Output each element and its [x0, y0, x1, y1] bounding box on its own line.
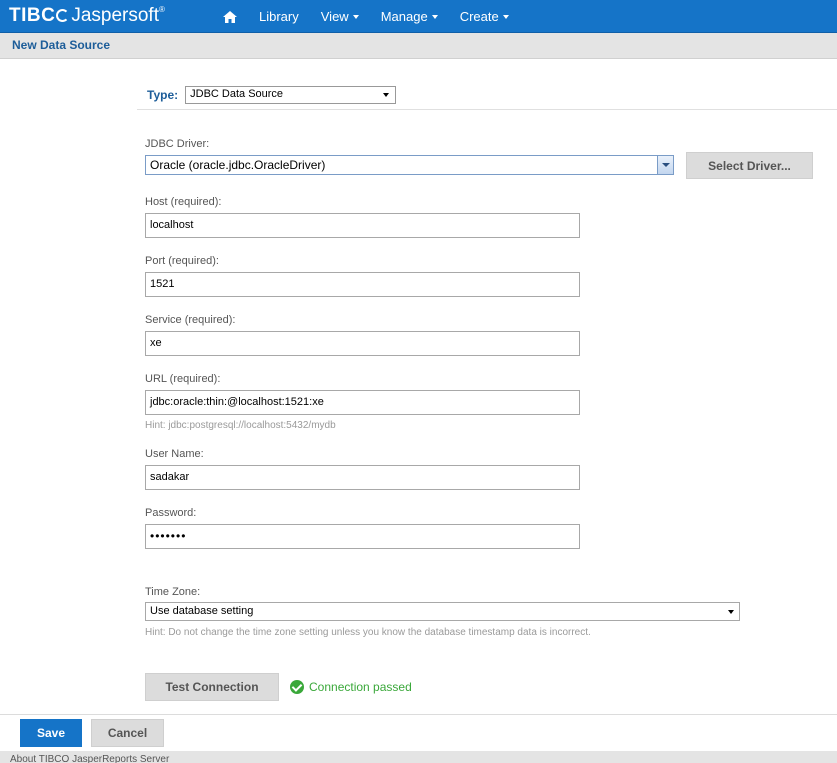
nav-manage-menu[interactable]: Manage	[370, 0, 449, 33]
trademark-symbol: ®	[158, 5, 165, 14]
timezone-select-value: Use database setting	[150, 605, 254, 617]
password-input[interactable]: •••••••	[145, 524, 580, 549]
chevron-down-icon	[431, 14, 438, 19]
url-label: URL (required):	[145, 373, 221, 385]
cancel-button[interactable]: Cancel	[91, 719, 164, 747]
host-label: Host (required):	[145, 196, 222, 208]
chevron-down-icon	[352, 14, 359, 19]
bottom-bar: About TIBCO JasperReports Server	[0, 751, 837, 763]
timezone-label: Time Zone:	[145, 586, 201, 598]
timezone-select[interactable]: Use database setting	[145, 602, 740, 621]
save-button[interactable]: Save	[20, 719, 82, 747]
chevron-down-icon	[502, 14, 509, 19]
chevron-down-icon	[383, 93, 390, 97]
top-navbar: TIBC Jaspersoft® Library View Manage Crea…	[0, 0, 837, 33]
nav-view-menu[interactable]: View	[310, 0, 370, 33]
dropdown-arrow-icon[interactable]	[657, 156, 673, 174]
nav-library[interactable]: Library	[248, 0, 310, 33]
jdbc-driver-select[interactable]: Oracle (oracle.jdbc.OracleDriver)	[145, 155, 674, 175]
connection-status: Connection passed	[290, 680, 412, 694]
test-connection-button[interactable]: Test Connection	[145, 673, 279, 701]
username-input[interactable]: sadakar	[145, 465, 580, 490]
timezone-hint: Hint: Do not change the time zone settin…	[145, 627, 591, 638]
host-input[interactable]: localhost	[145, 213, 580, 238]
username-label: User Name:	[145, 448, 204, 460]
jdbc-driver-value: Oracle (oracle.jdbc.OracleDriver)	[150, 158, 326, 172]
page-title: New Data Source	[12, 38, 111, 52]
nav-manage-label: Manage	[380, 9, 428, 24]
nav-library-label: Library	[259, 9, 299, 24]
jdbc-driver-label: JDBC Driver:	[145, 138, 210, 150]
nav-create-label: Create	[459, 9, 499, 24]
page-title-bar: New Data Source	[0, 33, 837, 59]
nav-view-label: View	[320, 9, 349, 24]
home-icon	[223, 10, 237, 23]
select-driver-button[interactable]: Select Driver...	[686, 152, 813, 179]
port-input[interactable]: 1521	[145, 272, 580, 297]
type-select[interactable]: JDBC Data Source	[185, 86, 397, 104]
type-row: Type: JDBC Data Source	[147, 86, 397, 104]
footer-divider	[0, 714, 837, 715]
url-input[interactable]: jdbc:oracle:thin:@localhost:1521:xe	[145, 390, 580, 415]
logo-text-tibco: TIBC	[9, 5, 56, 26]
nav-create-menu[interactable]: Create	[449, 0, 520, 33]
about-link[interactable]: About TIBCO JasperReports Server	[10, 754, 169, 763]
main-nav: Library View Manage Create	[212, 0, 520, 33]
port-label: Port (required):	[145, 255, 219, 267]
divider	[137, 109, 837, 110]
password-label: Password:	[145, 507, 197, 519]
type-select-value: JDBC Data Source	[190, 88, 284, 100]
nav-home[interactable]	[212, 0, 248, 33]
logo-swirl-icon	[56, 9, 70, 22]
service-input[interactable]: xe	[145, 331, 580, 356]
connection-status-text: Connection passed	[309, 680, 412, 694]
service-label: Service (required):	[145, 314, 236, 326]
jaspersoft-logo[interactable]: TIBC Jaspersoft®	[9, 5, 165, 27]
type-label: Type:	[147, 88, 179, 102]
chevron-down-icon	[728, 610, 734, 614]
logo-text-jaspersoft: Jaspersoft	[71, 5, 159, 26]
url-hint: Hint: jdbc:postgresql://localhost:5432/m…	[145, 420, 336, 431]
check-circle-icon	[290, 680, 304, 694]
